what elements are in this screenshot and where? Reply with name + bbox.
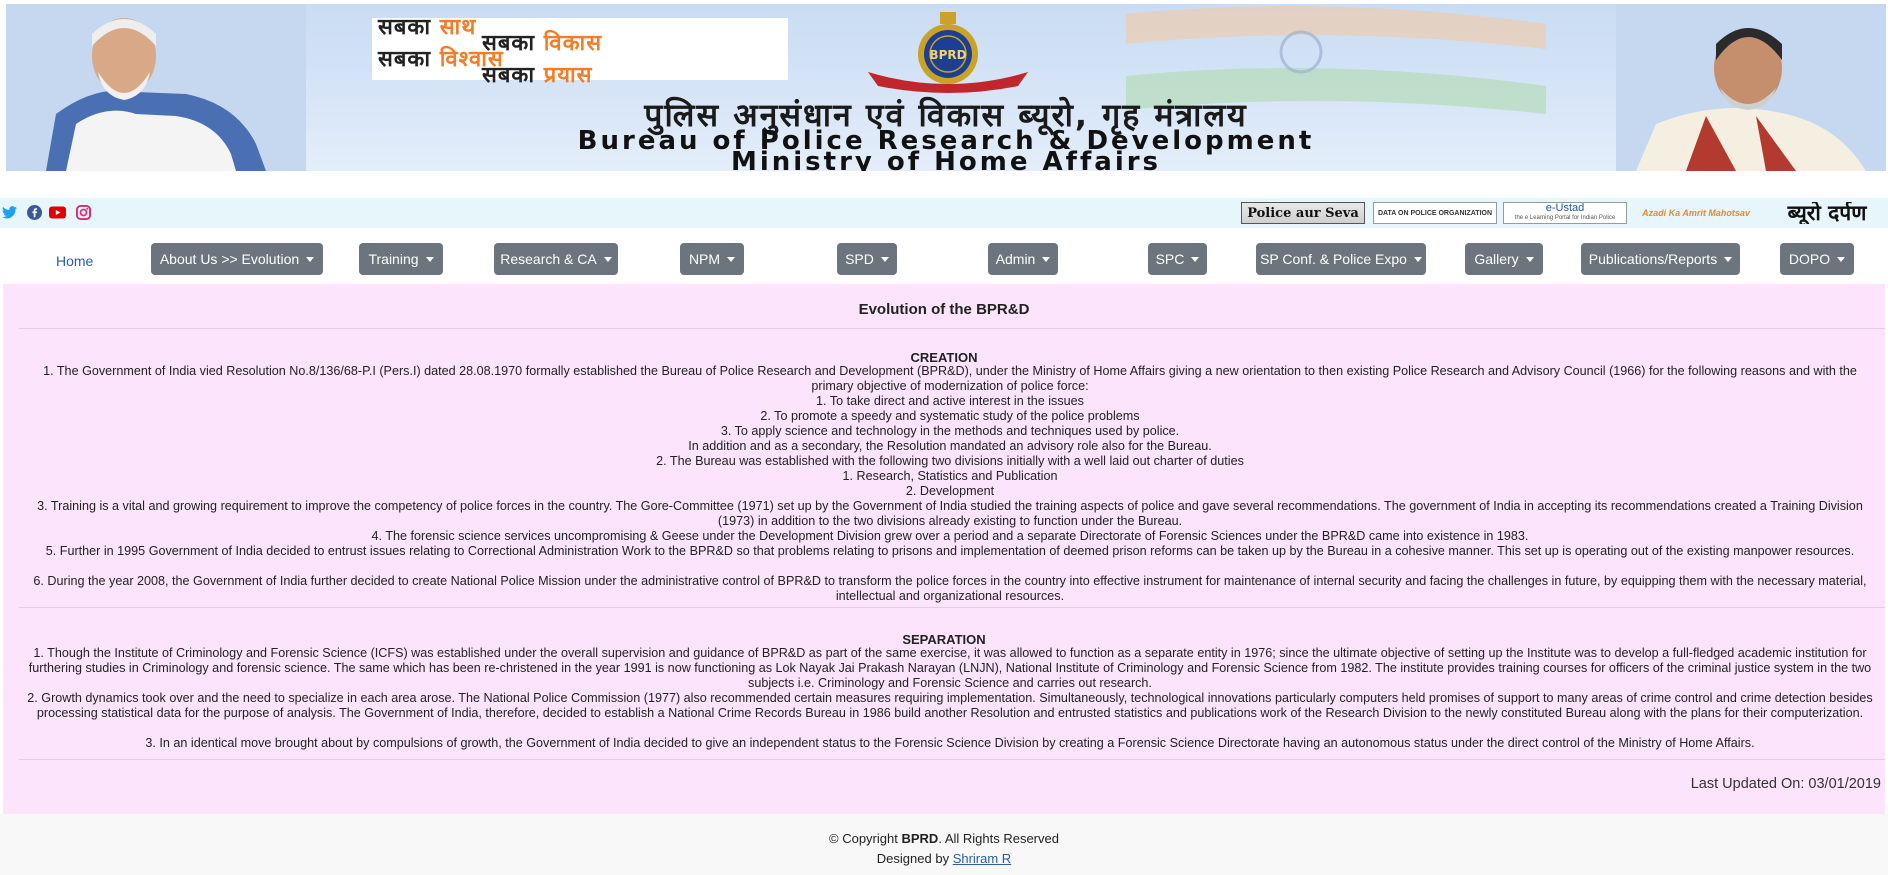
twitter-icon[interactable] (1, 204, 18, 221)
copyright-suffix: . All Rights Reserved (938, 831, 1059, 846)
e-ustad-title: e-Ustad (1545, 202, 1585, 214)
nav-label: Publications/Reports (1588, 251, 1718, 267)
police-aur-seva-link[interactable]: Police aur Seva (1241, 202, 1365, 224)
facebook-icon[interactable] (26, 204, 43, 221)
nav-label: SPC (1155, 251, 1185, 267)
main-navigation: Home About Us >> Evolution Training Rese… (0, 243, 1888, 277)
creation-subpoint: 3. To apply science and technology in th… (720, 424, 1180, 438)
nav-label: SP Conf. & Police Expo (1260, 251, 1407, 267)
separation-para-2: 2. Growth dynamics took over and the nee… (27, 691, 1873, 720)
nav-sp-conf-police-expo-dropdown[interactable]: SP Conf. & Police Expo (1256, 243, 1426, 275)
nav-label: Training (368, 251, 419, 267)
creation-para-4: 4. The forensic science services uncompr… (371, 529, 1529, 543)
creation-heading: CREATION (910, 350, 978, 365)
designed-by-prefix: Designed by (876, 851, 953, 866)
designer-link[interactable]: Shriram R (953, 851, 1012, 866)
caret-down-icon (603, 256, 612, 262)
nav-training-dropdown[interactable]: Training (359, 243, 443, 275)
nav-gallery-dropdown[interactable]: Gallery (1465, 243, 1543, 275)
nav-label: Research & CA (500, 251, 597, 267)
creation-para-1: 1. The Government of India vied Resoluti… (43, 364, 1857, 393)
bureau-darpan-link[interactable]: ब्यूरो दर्पण (1766, 202, 1888, 224)
nav-label: DOPO (1788, 251, 1831, 267)
nav-npm-dropdown[interactable]: NPM (680, 243, 744, 275)
nav-spd-dropdown[interactable]: SPD (837, 243, 897, 275)
header-banner: सबका साथ सबका विकास सबका विश्वास सबका प्… (6, 4, 1886, 171)
creation-para-3: 3. Training is a vital and growing requi… (37, 499, 1863, 528)
social-partner-strip: Police aur Seva DATA ON POLICE ORGANIZAT… (0, 198, 1888, 228)
e-ustad-subtitle: the e Learning Portal for Indian Police (1514, 215, 1616, 221)
nav-research-ca-dropdown[interactable]: Research & CA (494, 243, 618, 275)
nav-about-us-dropdown[interactable]: About Us >> Evolution (151, 243, 323, 275)
creation-para-2: 2. The Bureau was established with the f… (656, 454, 1244, 468)
creation-note: In addition and as a secondary, the Reso… (688, 439, 1212, 453)
creation-subpoint: 2. Development (905, 484, 995, 498)
caret-down-icon (306, 256, 315, 262)
divider (19, 759, 1885, 760)
caret-down-icon (1042, 256, 1051, 262)
youtube-icon[interactable] (49, 204, 66, 221)
separation-para-3: 3. In an identical move brought about by… (145, 736, 1755, 750)
nav-label: About Us >> Evolution (159, 251, 300, 267)
copyright-line: © Copyright BPRD. All Rights Reserved (0, 831, 1888, 846)
creation-subpoint: 1. To take direct and active interest in… (816, 394, 1084, 408)
designed-by-line: Designed by Shriram R (0, 851, 1888, 866)
leader-portrait-right (1616, 4, 1886, 171)
nav-dopo-dropdown[interactable]: DOPO (1780, 243, 1854, 275)
last-updated: Last Updated On: 03/01/2019 (1690, 776, 1881, 792)
azadi-ka-amrit-mahotsav-logo[interactable]: Azadi Ka Amrit Mahotsav (1640, 202, 1752, 224)
bprd-emblem-icon: BPRD (868, 12, 1028, 93)
slogan-word: सबका (482, 62, 544, 88)
divider (19, 328, 1885, 329)
nav-publications-reports-dropdown[interactable]: Publications/Reports (1581, 243, 1740, 275)
caret-down-icon (880, 256, 889, 262)
slogan-word-accent: प्रयास (543, 62, 593, 88)
footer: © Copyright BPRD. All Rights Reserved De… (0, 814, 1888, 875)
divider (19, 607, 1885, 608)
instagram-icon[interactable] (75, 204, 92, 221)
data-on-police-organization-link[interactable]: DATA ON POLICE ORGANIZATION (1373, 202, 1497, 224)
slogan-word-accent: विकास (543, 30, 603, 56)
separation-heading: SEPARATION (902, 632, 986, 647)
nav-label: Gallery (1474, 251, 1519, 267)
slogan-word-accent: साथ (439, 14, 477, 40)
slogan-box: सबका साथ सबका विकास सबका विश्वास सबका प्… (372, 16, 788, 86)
caret-down-icon (1413, 256, 1422, 262)
page-title: Evolution of the BPR&D (858, 301, 1030, 318)
nav-label: NPM (688, 251, 721, 267)
nav-label: Admin (995, 251, 1036, 267)
nav-label: SPD (845, 251, 874, 267)
banner-subtitle-english: Ministry of Home Affairs (730, 147, 1162, 171)
nav-home-link[interactable]: Home (56, 253, 93, 269)
caret-down-icon (1191, 256, 1200, 262)
caret-down-icon (1837, 256, 1846, 262)
copyright-brand: BPRD (901, 831, 939, 846)
evolution-content: Evolution of the BPR&D CREATION 1. The G… (3, 284, 1885, 814)
caret-down-icon (1525, 256, 1534, 262)
creation-subpoint: 1. Research, Statistics and Publication (842, 469, 1058, 483)
caret-down-icon (1724, 256, 1733, 262)
caret-down-icon (727, 256, 736, 262)
separation-para-1: 1. Though the Institute of Criminology a… (28, 646, 1872, 690)
slogan-word: सबका (378, 46, 440, 72)
copyright-prefix: © Copyright (829, 831, 902, 846)
creation-subpoint: 2. To promote a speedy and systematic st… (760, 409, 1140, 423)
emblem-text: BPRD (929, 48, 966, 62)
e-ustad-link[interactable]: e-Ustad the e Learning Portal for Indian… (1503, 202, 1627, 224)
creation-para-6: 6. During the year 2008, the Government … (33, 574, 1867, 603)
nav-admin-dropdown[interactable]: Admin (988, 243, 1058, 275)
nav-spc-dropdown[interactable]: SPC (1148, 243, 1207, 275)
creation-para-5: 5. Further in 1995 Government of India d… (45, 544, 1855, 558)
slogan-word: सबका (378, 14, 440, 40)
caret-down-icon (425, 256, 434, 262)
